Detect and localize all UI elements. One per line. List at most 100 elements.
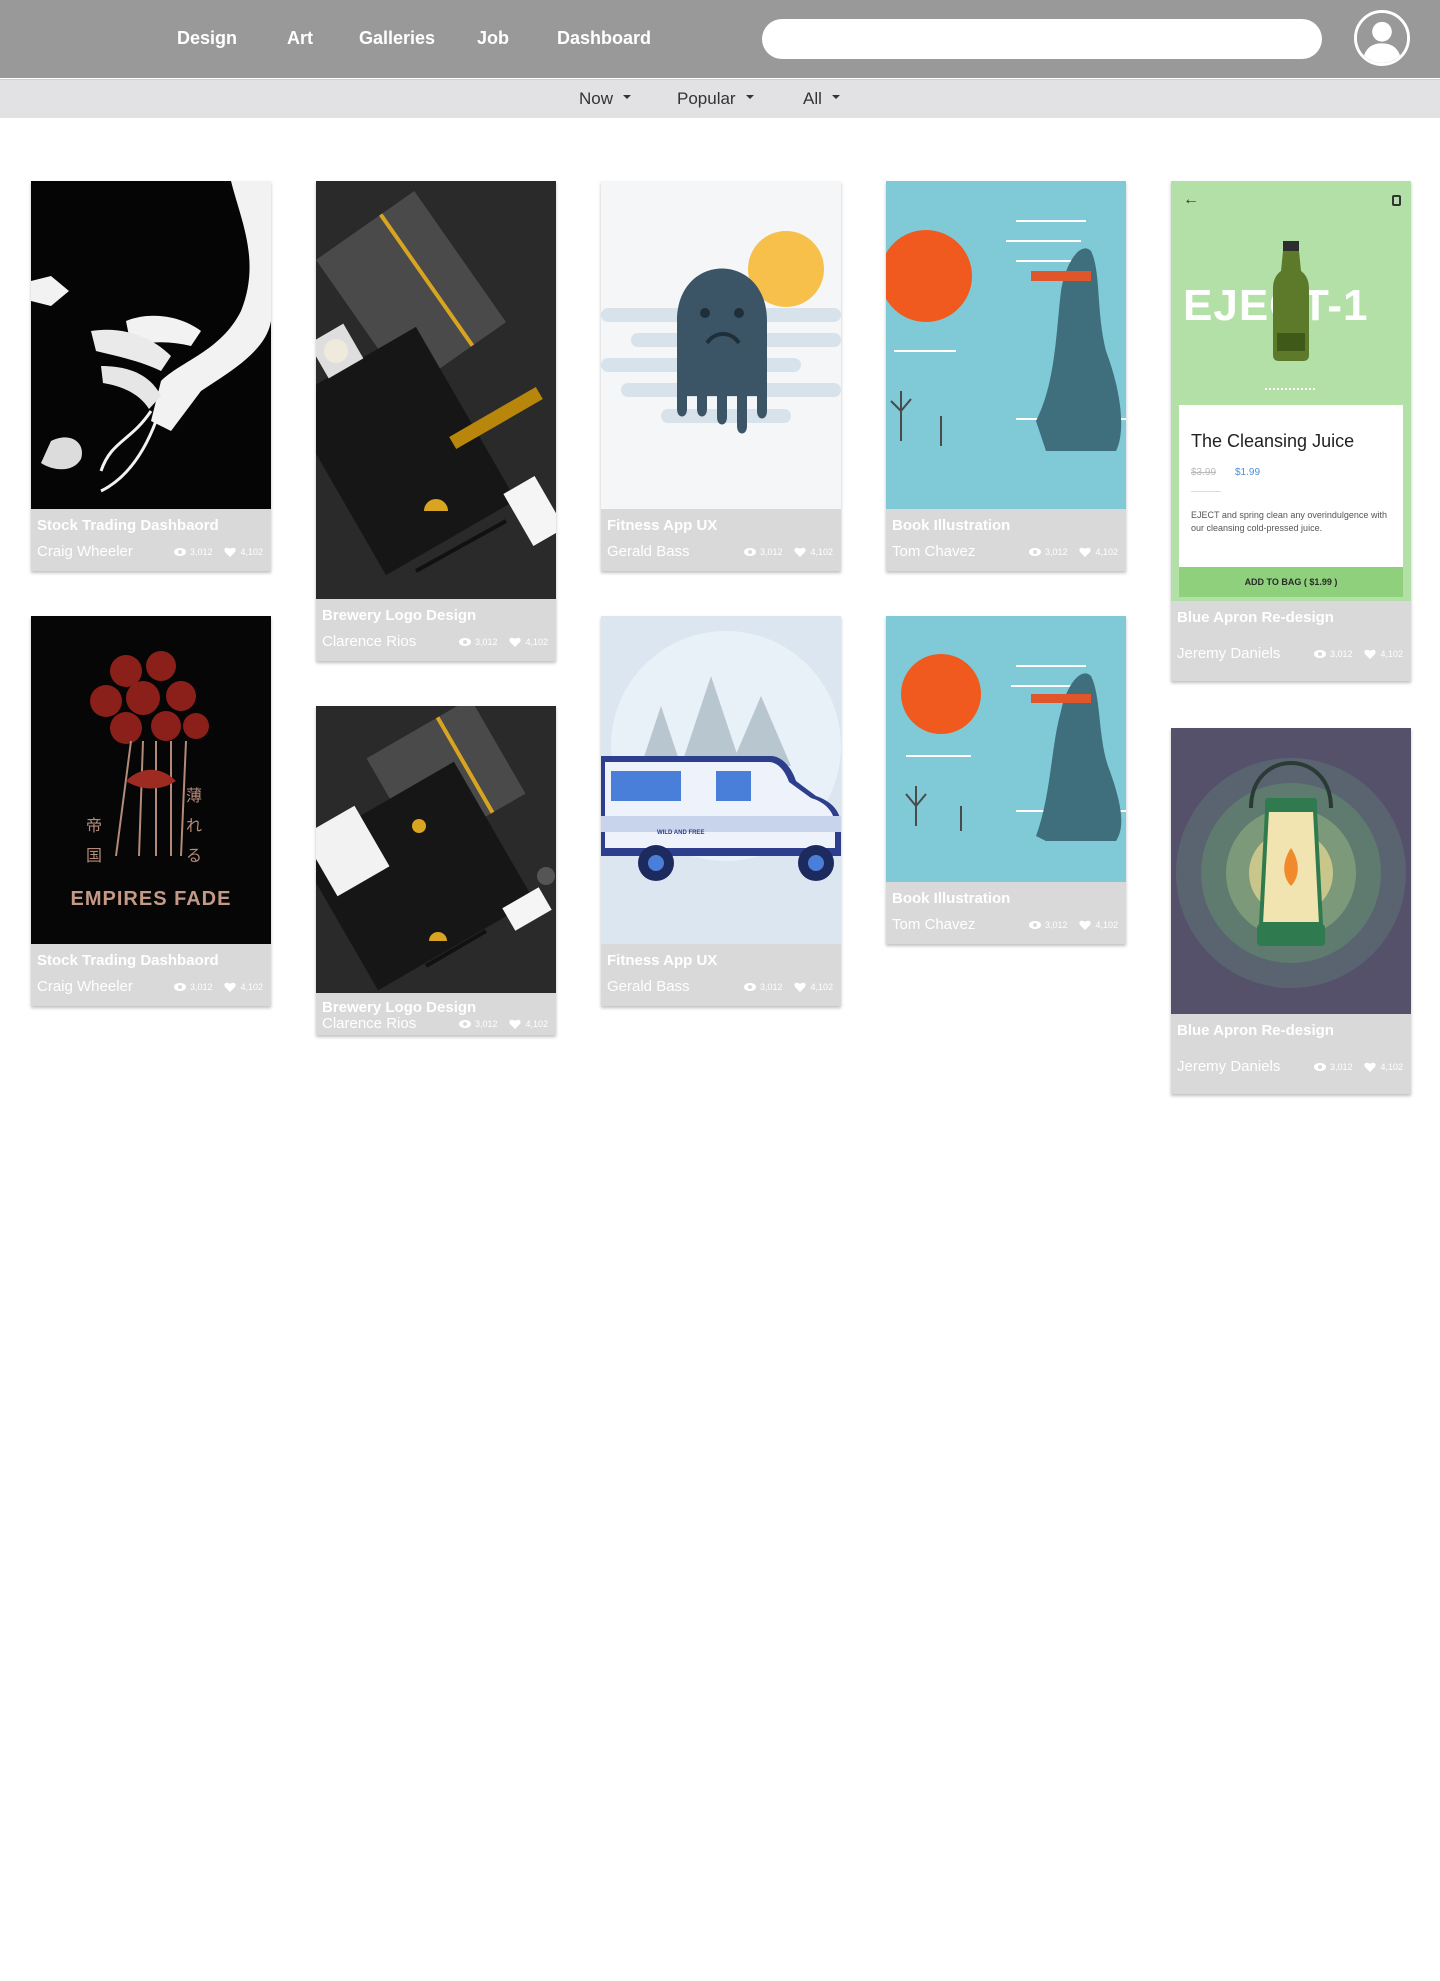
caret-down-icon <box>623 94 632 99</box>
card-title: Blue Apron Re-design <box>1177 609 1334 626</box>
nav-link-galleries[interactable]: Galleries <box>359 28 435 49</box>
heart-icon[interactable] <box>509 1019 522 1029</box>
bottle-image <box>1273 241 1309 361</box>
nav-link-job[interactable]: Job <box>477 28 509 49</box>
heart-icon[interactable] <box>509 637 522 647</box>
card-stats: 3,012 4,102 <box>1313 649 1403 659</box>
card-meta: Book Illustration Tom Chavez 3,012 4,102 <box>886 882 1126 944</box>
card-title: Stock Trading Dashbaord <box>37 952 219 969</box>
filter-sort-dropdown[interactable]: Popular <box>677 89 754 109</box>
nav-link-art[interactable]: Art <box>287 28 313 49</box>
card-author[interactable]: Tom Chavez <box>892 916 975 933</box>
filter-time-dropdown[interactable]: Now <box>579 89 632 109</box>
view-count: 3,012 <box>1329 1062 1353 1072</box>
card-stats: 3,012 4,102 <box>1313 1062 1403 1072</box>
card-title: Stock Trading Dashbaord <box>37 517 219 534</box>
svg-text:る: る <box>186 846 202 865</box>
heart-icon[interactable] <box>794 547 807 557</box>
card-stats: 3,012 4,102 <box>173 547 263 557</box>
card-author[interactable]: Tom Chavez <box>892 543 975 560</box>
product-old-price: $3.99 <box>1191 467 1217 478</box>
caret-down-icon <box>745 94 754 99</box>
gallery-card[interactable]: Blue Apron Re-design Jeremy Daniels 3,01… <box>1171 728 1411 1094</box>
filter-bar: Now Popular All <box>0 79 1440 118</box>
card-meta: Brewery Logo Design Clarence Rios 3,012 … <box>316 599 556 661</box>
like-count: 4,102 <box>1095 547 1118 557</box>
card-title: Book Illustration <box>892 890 1011 907</box>
eye-icon <box>743 983 756 991</box>
card-title: Blue Apron Re-design <box>1177 1022 1334 1039</box>
gallery-card[interactable]: WILD AND FREE Fitness App UX Gerald Bass… <box>601 616 841 1006</box>
heart-icon[interactable] <box>794 982 807 992</box>
view-count: 3,012 <box>1044 547 1068 557</box>
card-author[interactable]: Gerald Bass <box>607 543 690 560</box>
eye-icon <box>1028 548 1041 556</box>
filter-category-dropdown[interactable]: All <box>803 89 840 109</box>
add-to-bag-button[interactable]: ADD TO BAG ( $1.99 ) <box>1179 567 1403 597</box>
heart-icon[interactable] <box>1079 547 1092 557</box>
top-nav: Design Art Galleries Job Dashboard <box>0 0 1440 78</box>
filter-sort-label: Popular <box>677 89 736 108</box>
van-image <box>601 616 841 944</box>
like-count: 4,102 <box>1380 1062 1403 1072</box>
eye-icon <box>743 548 756 556</box>
gallery-card[interactable]: 薄れる 帝国 EMPIRES FADE Stock Trading Dashba… <box>31 616 271 1006</box>
card-meta: Brewery Logo Design Clarence Rios 3,012 … <box>316 993 556 1035</box>
card-meta: Book Illustration Tom Chavez 3,012 4,102 <box>886 509 1126 571</box>
card-title: Fitness App UX <box>607 517 718 534</box>
search-input[interactable] <box>762 19 1322 59</box>
svg-text:国: 国 <box>86 846 102 865</box>
gallery-card[interactable]: ← EJECT-1 The Cleansing Juice $3.99 $1.9… <box>1171 181 1411 681</box>
heart-icon[interactable] <box>1079 920 1092 930</box>
nav-link-design[interactable]: Design <box>177 28 237 49</box>
card-thumbnail <box>886 181 1126 509</box>
gallery-card[interactable]: Book Illustration Tom Chavez 3,012 4,102 <box>886 181 1126 571</box>
nav-link-dashboard[interactable]: Dashboard <box>557 28 651 49</box>
card-author[interactable]: Clarence Rios <box>322 1015 416 1032</box>
filter-category-label: All <box>803 89 822 108</box>
card-title: Book Illustration <box>892 517 1011 534</box>
eye-icon <box>458 1020 471 1028</box>
eye-icon <box>173 548 186 556</box>
view-count: 3,012 <box>189 547 213 557</box>
gallery-card[interactable]: Fitness App UX Gerald Bass 3,012 4,102 <box>601 181 841 571</box>
card-meta: Stock Trading Dashbaord Craig Wheeler 3,… <box>31 944 271 1006</box>
gallery-card[interactable]: Brewery Logo Design Clarence Rios 3,012 … <box>316 181 556 661</box>
card-author[interactable]: Jeremy Daniels <box>1177 1058 1280 1075</box>
card-author[interactable]: Gerald Bass <box>607 978 690 995</box>
app-root: Design Art Galleries Job Dashboard Now P… <box>0 0 1440 1981</box>
gallery-card[interactable]: Brewery Logo Design Clarence Rios 3,012 … <box>316 706 556 1035</box>
card-author[interactable]: Craig Wheeler <box>37 543 133 560</box>
product-price: $1.99 <box>1235 467 1261 478</box>
card-title: Brewery Logo Design <box>322 999 477 1016</box>
card-thumbnail <box>601 181 841 509</box>
user-icon <box>1357 13 1407 63</box>
svg-text:薄: 薄 <box>186 786 202 805</box>
card-thumbnail: 薄れる 帝国 EMPIRES FADE <box>31 616 271 944</box>
like-count: 4,102 <box>1380 649 1403 659</box>
heart-icon[interactable] <box>224 982 237 992</box>
heart-icon[interactable] <box>1364 1062 1377 1072</box>
card-author[interactable]: Craig Wheeler <box>37 978 133 995</box>
card-meta: Fitness App UX Gerald Bass 3,012 4,102 <box>601 944 841 1006</box>
like-count: 4,102 <box>240 547 263 557</box>
product-description: EJECT and spring clean any overindulgenc… <box>1191 510 1387 533</box>
heart-icon[interactable] <box>1364 649 1377 659</box>
like-count: 4,102 <box>1095 920 1118 930</box>
user-avatar[interactable] <box>1354 10 1410 66</box>
product-panel: The Cleansing Juice $3.99 $1.99 EJECT an… <box>1179 405 1403 567</box>
card-author[interactable]: Clarence Rios <box>322 633 416 650</box>
gallery-card[interactable]: Stock Trading Dashbaord Craig Wheeler 3,… <box>31 181 271 571</box>
card-thumbnail <box>886 616 1126 882</box>
carousel-dots[interactable] <box>1265 388 1315 390</box>
eye-icon <box>173 983 186 991</box>
like-count: 4,102 <box>525 1019 548 1029</box>
card-author[interactable]: Jeremy Daniels <box>1177 645 1280 662</box>
eye-icon <box>458 638 471 646</box>
heart-icon[interactable] <box>224 547 237 557</box>
card-stats: 3,012 4,102 <box>458 637 548 647</box>
gallery-card[interactable]: Book Illustration Tom Chavez 3,012 4,102 <box>886 616 1126 944</box>
card-stats: 3,012 4,102 <box>743 982 833 992</box>
card-title: Brewery Logo Design <box>322 607 477 624</box>
like-count: 4,102 <box>810 547 833 557</box>
